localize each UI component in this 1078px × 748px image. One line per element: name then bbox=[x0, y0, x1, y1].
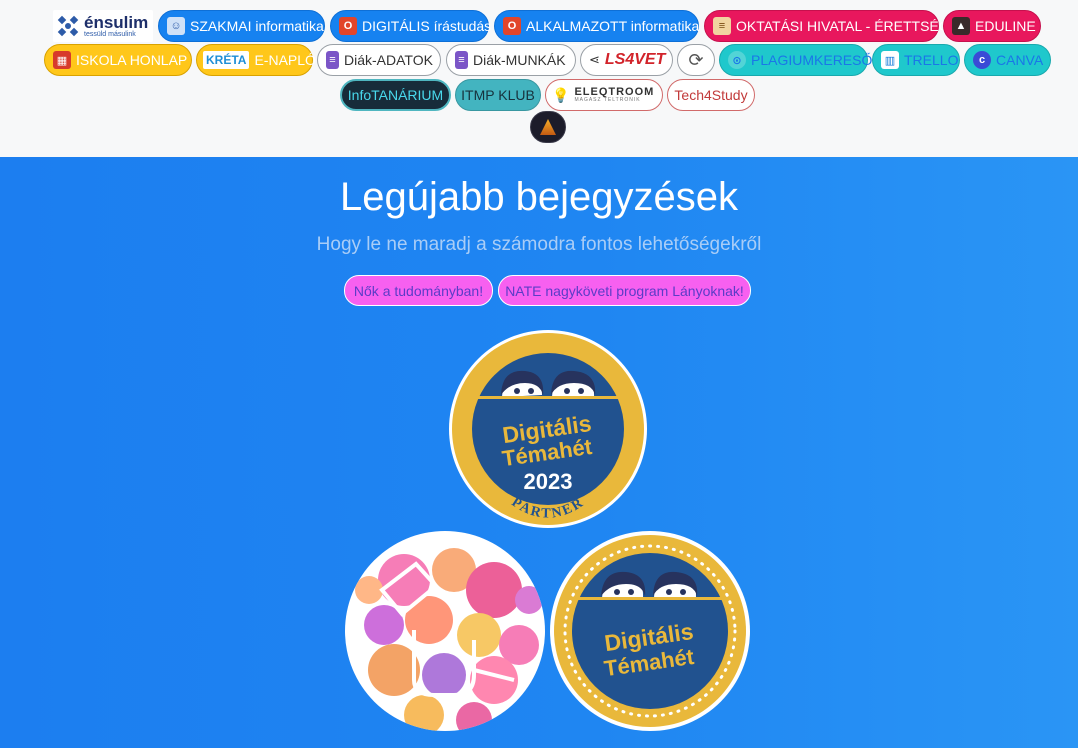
iskola-honlap-button[interactable]: ▦ ISKOLA HONLAP bbox=[44, 44, 192, 76]
tag-nate-nagykoveti[interactable]: NATE nagyköveti program Lányoknak! bbox=[498, 275, 751, 306]
digitalis-temahet-badge[interactable]: Digitális Témahét bbox=[550, 530, 750, 732]
digitalis-irastudas-label: DIGITÁLIS írástudás bbox=[362, 18, 492, 34]
szakmai-informatika-button[interactable]: ☺ SZAKMAI informatika bbox=[158, 10, 325, 42]
books-icon: ≡ bbox=[713, 17, 731, 35]
school-building-icon: ▦ bbox=[53, 51, 71, 69]
office-icon: O bbox=[503, 17, 521, 35]
ensulim-logo-text: énsulim bbox=[84, 13, 149, 32]
page-subtitle: Hogy le ne maradj a számodra fontos lehe… bbox=[316, 234, 762, 255]
office-icon: O bbox=[339, 17, 357, 35]
top-link-bar: énsulim tessüld másulink ☺ SZAKMAI infor… bbox=[0, 0, 1078, 157]
person-icon: ☺ bbox=[167, 17, 185, 35]
szakmai-informatika-label: SZAKMAI informatika bbox=[190, 18, 324, 34]
itmp-klub-label: ITMP KLUB bbox=[461, 87, 535, 103]
eduline-button[interactable]: ▲ EDULINE bbox=[943, 10, 1041, 42]
alkalmazott-informatika-label: ALKALMAZOTT informatika bbox=[526, 18, 700, 34]
swirl-icon: ⟳ bbox=[688, 49, 704, 70]
document-icon: ≡ bbox=[455, 51, 468, 69]
page-title: Legújabb bejegyzések bbox=[339, 175, 739, 219]
enaplo-label: E-NAPLÓ bbox=[254, 52, 316, 68]
kreta-enaplo-button[interactable]: KRÉTA E-NAPLÓ bbox=[196, 44, 316, 76]
ls4vet-button[interactable]: ⋖ LS4VET bbox=[580, 44, 673, 76]
trello-label: TRELLO bbox=[904, 52, 959, 68]
canva-button[interactable]: c CANVA bbox=[964, 44, 1051, 76]
kreta-logo: KRÉTA bbox=[203, 51, 250, 69]
ensulim-logo-link[interactable]: énsulim tessüld másulink bbox=[53, 10, 153, 42]
oktatasi-hivatal-label: OKTATÁSI HIVATAL - ÉRETTSÉGI bbox=[736, 18, 954, 34]
trello-icon: ▥ bbox=[881, 51, 899, 69]
itmp-klub-button[interactable]: ITMP KLUB bbox=[455, 79, 541, 111]
diak-munkak-label: Diák-MUNKÁK bbox=[473, 52, 566, 68]
badge-year: 2023 bbox=[524, 469, 573, 494]
trello-button[interactable]: ▥ TRELLO bbox=[872, 44, 960, 76]
infotanarium-button[interactable]: InfoTANÁRIUM bbox=[340, 79, 451, 111]
digitalis-irastudas-button[interactable]: O DIGITÁLIS írástudás bbox=[330, 10, 492, 42]
diak-adatok-label: Diák-ADATOK bbox=[344, 52, 433, 68]
iskola-honlap-label: ISKOLA HONLAP bbox=[76, 52, 188, 68]
document-icon: ≡ bbox=[326, 51, 339, 69]
eleqtroom-tagline: MAGASZ TELTRONIK bbox=[574, 97, 641, 103]
tech4study-button[interactable]: Tech4Study bbox=[667, 79, 755, 111]
share-icon: ⋖ bbox=[589, 52, 600, 67]
plagiumkereso-label: PLAGIUMKERESŐ bbox=[751, 52, 873, 68]
canva-icon: c bbox=[973, 51, 991, 69]
diak-munkak-button[interactable]: ≡ Diák-MUNKÁK bbox=[446, 44, 576, 76]
alkalmazott-informatika-button[interactable]: O ALKALMAZOTT informatika bbox=[494, 10, 699, 42]
tag-nok-a-tudomanyban[interactable]: Nők a tudományban! bbox=[344, 275, 493, 306]
digitalis-temahet-2023-partner-badge[interactable]: Digitális Témahét 2023 PARTNER bbox=[447, 329, 649, 529]
infotanarium-label: InfoTANÁRIUM bbox=[347, 87, 444, 103]
ls4vet-logo: LS4VET bbox=[604, 51, 666, 68]
diak-adatok-button[interactable]: ≡ Diák-ADATOK bbox=[317, 44, 441, 76]
bubbles-logo-badge[interactable] bbox=[344, 530, 546, 732]
tech4study-label: Tech4Study bbox=[674, 87, 748, 103]
plagiumkereso-button[interactable]: ⊙ PLAGIUMKERESŐ bbox=[719, 44, 872, 76]
oktatasi-hivatal-button[interactable]: ≡ OKTATÁSI HIVATAL - ÉRETTSÉGI bbox=[704, 10, 954, 42]
lightbulb-icon: 💡 bbox=[552, 86, 570, 103]
ensulim-logo-subtitle: tessüld másulink bbox=[84, 31, 136, 38]
canva-label: CANVA bbox=[996, 52, 1044, 68]
graduation-cap-icon: ▲ bbox=[952, 17, 970, 35]
flame-logo-icon bbox=[540, 119, 556, 135]
dark-logo-button[interactable] bbox=[530, 111, 566, 143]
ensulim-icon bbox=[57, 15, 79, 37]
refresh-logo-button[interactable]: ⟳ bbox=[677, 44, 715, 76]
eduline-label: EDULINE bbox=[975, 18, 1036, 34]
eleqtroom-button[interactable]: 💡 ELEQTROOM MAGASZ TELTRONIK bbox=[545, 79, 663, 111]
magnifier-icon: ⊙ bbox=[728, 51, 746, 69]
